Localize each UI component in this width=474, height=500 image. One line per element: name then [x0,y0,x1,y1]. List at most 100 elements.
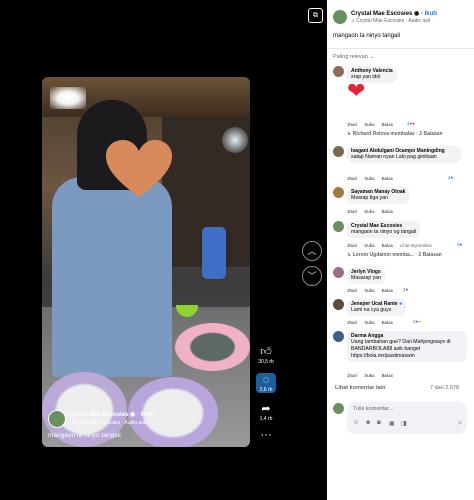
reply-comment-button[interactable]: Balas [382,176,393,181]
like-reaction-icon: ● [450,175,454,180]
avatar[interactable] [333,331,344,342]
comment-button[interactable]: ◌ 2,6 rb [256,373,276,393]
like-comment-button[interactable]: Suka [364,176,374,181]
comment-item: Anthony Valencia srap yan idol ❤ 1hari Su… [333,66,468,140]
like-comment-button[interactable]: Suka [364,122,374,127]
avatar[interactable] [333,66,344,77]
view-replies-link[interactable]: ↳ Richard Relova membalas · 2 Balasan [347,131,443,137]
like-comment-button[interactable]: Suka [364,209,374,214]
chevron-down-icon: ⌄ [369,54,374,60]
comment-icon: ◌ [262,374,270,386]
like-reaction-icon: ● [405,287,409,292]
reel-caption: mangaon ta ninyo tangali [48,432,121,439]
reply-comment-button[interactable]: Balas [382,243,393,248]
comment-item: Jerlyn Vlogs Masarap yan 1hari Suka Balas … [333,267,468,295]
comment-time[interactable]: 1hari [347,122,357,127]
comment-item: Darma Angga Uang tambahan gue? Dari Mahj… [333,331,468,379]
comment-composer: Tulis komentar... ☺ ☻ ◙ ▣ ◨ ➤ [333,402,467,434]
verified-icon: ◉ [414,11,420,17]
like-count: 30,5 rb [258,359,274,365]
video-scene-bottle [202,227,226,279]
comment-count: 2,6 rb [259,387,273,393]
chevron-up-icon: ︿ [307,246,317,256]
reel-viewer: ⧉ Crystal Mae Escosies ◉ · Ikuti ♫ Cryst… [0,0,327,500]
comment-bubble: Jeneper Ucat Rante ● Lami na cya guys [347,299,407,316]
comment-item: Isagani Abdulgani Ocampo Maningding sata… [333,146,468,184]
camera-icon[interactable]: ◙ [377,420,381,426]
more-button[interactable]: ··· [256,428,276,442]
comment-bubble: Crystal Mae Escosies mangaon ta ninyo og… [347,221,421,238]
avatar[interactable] [333,10,347,24]
comment-actions: 1hari Suka Balas Lihat terjemahan [347,243,439,248]
comment-bubble: Sayaman Manay Otnak Msarap tiga yan [347,187,410,204]
avatar[interactable] [333,221,344,232]
reel-video[interactable] [42,77,250,447]
like-comment-button[interactable]: Suka [364,373,374,378]
sort-label: Paling relevan [333,54,368,60]
gif-icon[interactable]: ▣ [389,420,395,427]
sort-dropdown[interactable]: Paling relevan ⌄ [333,54,374,60]
reaction-count: 3● [457,242,463,247]
previous-reel-button[interactable]: ︿ [302,241,322,261]
comment-text: Msarap tiga yan [351,195,388,201]
comment-actions: 1hari Suka Balas [347,122,400,127]
sticker-icon[interactable]: ☺ [353,420,359,426]
more-icon: ··· [260,429,272,441]
like-comment-button[interactable]: Suka [364,320,374,325]
share-count: 1,4 rb [259,416,273,422]
emoji-icon[interactable]: ☻ [365,420,371,426]
reply-comment-button[interactable]: Balas [382,288,393,293]
avatar[interactable] [48,410,66,428]
reply-comment-button[interactable]: Balas [382,122,393,127]
comment-text: Masarap yan [351,275,381,281]
divider [327,48,474,49]
comment-time[interactable]: 1hari [347,288,357,293]
like-button[interactable]: 👍︎ 30,5 rb [256,345,276,365]
avatar [333,403,344,414]
comment-time[interactable]: 1hari [347,176,357,181]
panel-author-name[interactable]: Crystal Mae Escosies [351,11,412,17]
comment-time[interactable]: 1hari [347,320,357,325]
view-replies-link[interactable]: ↳ Loreto Ugdamin memba... · 2 Balasan [347,252,442,258]
follow-button[interactable]: Ikuti [425,11,437,17]
share-button[interactable]: ➦ 1,4 rb [256,402,276,422]
comment-time[interactable]: 1hari [347,373,357,378]
comment-bubble: Isagani Abdulgani Ocampo Maningding sata… [347,146,461,163]
avatar[interactable] [333,146,344,157]
comment-actions: 1hari Suka Balas [347,176,400,181]
like-comment-button[interactable]: Suka [364,288,374,293]
share-icon: ➦ [261,403,271,415]
reply-comment-button[interactable]: Balas [382,373,393,378]
next-reel-button[interactable]: ﹀ [302,266,322,286]
video-scene-pot [222,127,248,153]
translate-link[interactable]: Lihat terjemahan [400,243,432,248]
avatar[interactable] [333,267,344,278]
comment-text: satap Naman nyan Lalo pag giniitaan [351,154,437,160]
comment-item: Crystal Mae Escosies mangaon ta ninyo og… [333,221,468,263]
reel-author-name[interactable]: Crystal Mae Escosies [67,412,128,418]
reel-audio[interactable]: Crystal Mae Escosies · Audio asli [72,420,146,426]
avatar[interactable] [333,187,344,198]
collapse-icon[interactable]: ⧉ [308,8,323,23]
comment-item: Jeneper Ucat Rante ● Lami na cya guys 1h… [333,299,468,327]
comment-input[interactable]: Tulis komentar... ☺ ☻ ◙ ▣ ◨ ➤ [347,402,467,434]
reaction-count: 4●● [407,121,415,126]
comment-pager: 7 dari 2.578 [430,385,460,391]
follow-button[interactable]: Ikuti [141,412,153,418]
comment-item: Sayaman Manay Otnak Msarap tiga yan 1har… [333,187,468,217]
comment-text: mangaon ta ninyo og tangali [351,229,417,235]
comment-time[interactable]: 1hari [347,209,357,214]
comment-time[interactable]: 1hari [347,243,357,248]
haha-reaction-icon: ● [418,319,421,324]
avatar[interactable] [333,299,344,310]
send-icon[interactable]: ➤ [457,419,463,427]
reply-comment-button[interactable]: Balas [382,209,393,214]
like-comment-button[interactable]: Suka [364,243,374,248]
video-scene-plate [175,323,250,371]
panel-audio[interactable]: Crystal Mae Escosies · Audio asli [356,18,430,24]
verified-icon: ◉ [130,412,136,418]
sticker-pack-icon[interactable]: ◨ [401,420,407,427]
more-comments-link[interactable]: Lihat komentar lain [335,385,385,391]
reply-comment-button[interactable]: Balas [382,320,393,325]
heart-sticker-icon [106,140,172,197]
